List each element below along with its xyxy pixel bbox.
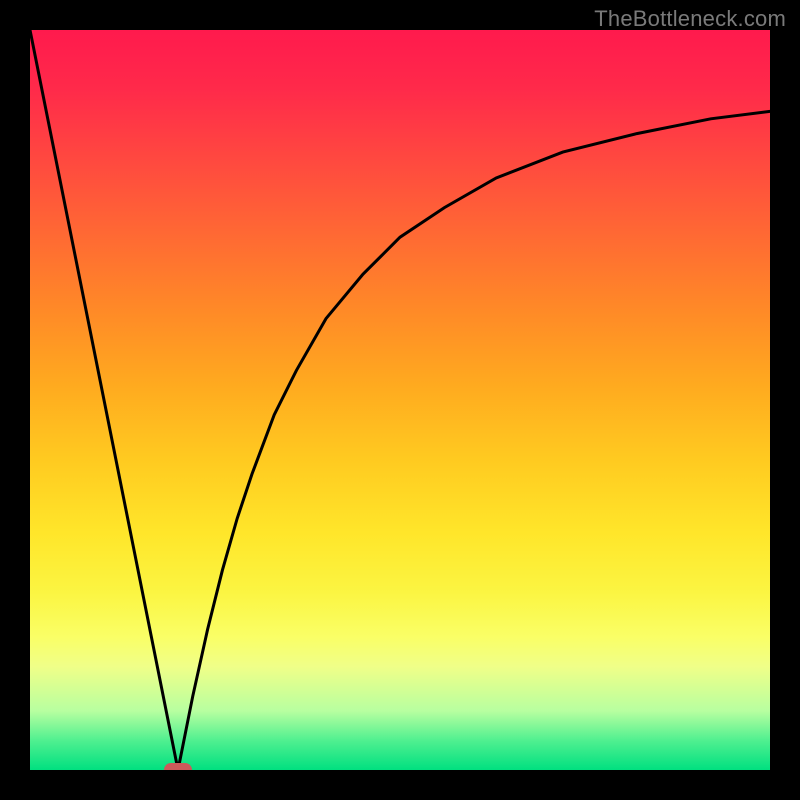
curve-left-leg bbox=[30, 30, 178, 770]
bottleneck-curve bbox=[30, 30, 770, 770]
curve-right-leg bbox=[178, 111, 770, 770]
optimal-marker bbox=[164, 763, 192, 770]
watermark-text: TheBottleneck.com bbox=[594, 6, 786, 32]
plot-area bbox=[30, 30, 770, 770]
